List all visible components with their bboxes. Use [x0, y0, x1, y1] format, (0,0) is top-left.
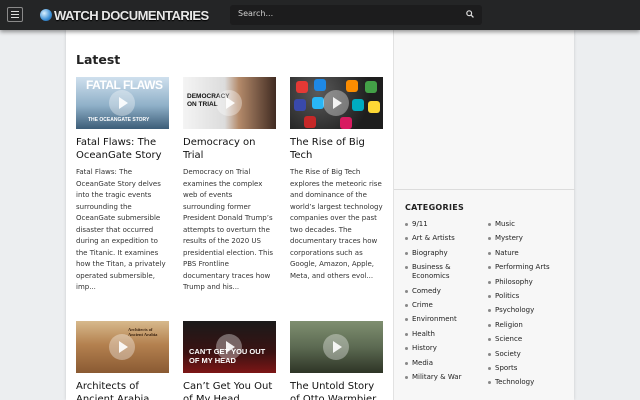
- play-icon[interactable]: [216, 90, 242, 116]
- logo-text: WATCH DOCUMENTARIES: [54, 7, 209, 23]
- search-bar[interactable]: Search...: [230, 5, 482, 25]
- top-bar: WATCH DOCUMENTARIES Search...: [0, 0, 640, 30]
- play-icon[interactable]: [323, 334, 349, 360]
- video-card[interactable]: CAN'T GET YOU OUT OF MY HEAD Can’t Get Y…: [183, 321, 276, 400]
- app-icon: [346, 80, 358, 92]
- sidebar: CATEGORIES 9/11 Art & Artists Biography …: [393, 30, 575, 400]
- category-link[interactable]: Environment: [405, 315, 485, 324]
- app-icon: [314, 79, 326, 91]
- thumbnail-title-text: Architects of Ancient Arabia: [128, 327, 158, 337]
- category-link[interactable]: Business & Economics: [405, 263, 465, 281]
- section-title: Latest: [76, 52, 121, 67]
- video-thumbnail[interactable]: CAN'T GET YOU OUT OF MY HEAD: [183, 321, 276, 373]
- video-thumbnail[interactable]: Architects of Ancient Arabia: [76, 321, 169, 373]
- category-link[interactable]: 9/11: [405, 220, 485, 229]
- card-description: The Rise of Big Tech explores the meteor…: [290, 168, 383, 280]
- app-icon: [294, 99, 306, 111]
- video-card[interactable]: Architects of Ancient Arabia Architects …: [76, 321, 169, 400]
- category-link[interactable]: Science: [488, 335, 572, 344]
- play-icon[interactable]: [109, 334, 135, 360]
- card-description: Fatal Flaws: The OceanGate Story delves …: [76, 168, 166, 291]
- app-icon: [365, 81, 377, 93]
- category-link[interactable]: Society: [488, 350, 572, 359]
- video-thumbnail[interactable]: [290, 321, 383, 373]
- category-link[interactable]: Crime: [405, 301, 485, 310]
- video-card[interactable]: FATAL FLAWS THE OCEANGATE STORY Fatal Fl…: [76, 77, 169, 294]
- categories-column-1: 9/11 Art & Artists Biography Business & …: [405, 220, 485, 387]
- category-link[interactable]: Health: [405, 330, 485, 339]
- card-description: Democracy on Trial examines the complex …: [183, 168, 273, 291]
- main-content: Latest FATAL FLAWS THE OCEANGATE STORY F…: [66, 30, 393, 400]
- video-thumbnail[interactable]: DEMOCRACY ON TRIAL: [183, 77, 276, 129]
- category-link[interactable]: Politics: [488, 292, 572, 301]
- category-link[interactable]: Psychology: [488, 306, 572, 315]
- category-link[interactable]: Religion: [488, 321, 572, 330]
- categories-heading: CATEGORIES: [405, 203, 465, 212]
- category-link[interactable]: Philosophy: [488, 278, 572, 287]
- categories-column-2: Music Mystery Nature Performing Arts Phi…: [488, 220, 572, 393]
- video-thumbnail[interactable]: FATAL FLAWS THE OCEANGATE STORY: [76, 77, 169, 129]
- video-card[interactable]: The Rise of Big Tech The Rise of Big Tec…: [290, 77, 383, 282]
- video-thumbnail[interactable]: [290, 77, 383, 129]
- card-title[interactable]: The Rise of Big Tech: [290, 136, 383, 162]
- play-icon[interactable]: [216, 334, 242, 360]
- category-link[interactable]: Media: [405, 359, 485, 368]
- category-link[interactable]: Biography: [405, 249, 485, 258]
- site-logo[interactable]: WATCH DOCUMENTARIES: [40, 6, 209, 24]
- card-title[interactable]: The Untold Story of Otto Warmbier: [290, 380, 383, 400]
- app-icon: [352, 99, 364, 111]
- app-icon: [304, 116, 316, 128]
- hamburger-menu-button[interactable]: [7, 7, 23, 22]
- category-link[interactable]: Music: [488, 220, 572, 229]
- category-link[interactable]: Military & War: [405, 373, 485, 382]
- video-card[interactable]: The Untold Story of Otto Warmbier: [290, 321, 383, 400]
- search-icon[interactable]: [466, 10, 474, 18]
- app-icon: [368, 101, 380, 113]
- category-link[interactable]: History: [405, 344, 485, 353]
- category-link[interactable]: Comedy: [405, 287, 485, 296]
- play-icon[interactable]: [109, 90, 135, 116]
- thumbnail-subtitle-text: THE OCEANGATE STORY: [88, 117, 150, 123]
- category-link[interactable]: Art & Artists: [405, 234, 485, 243]
- category-link[interactable]: Mystery: [488, 234, 572, 243]
- card-title[interactable]: Architects of Ancient Arabia: [76, 380, 169, 400]
- play-icon[interactable]: [323, 90, 349, 116]
- card-title[interactable]: Democracy on Trial: [183, 136, 276, 162]
- video-card[interactable]: DEMOCRACY ON TRIAL Democracy on Trial De…: [183, 77, 276, 294]
- globe-icon: [40, 9, 52, 21]
- app-icon: [340, 117, 352, 129]
- category-link[interactable]: Nature: [488, 249, 572, 258]
- category-link[interactable]: Technology: [488, 378, 572, 387]
- card-title[interactable]: Fatal Flaws: The OceanGate Story: [76, 136, 169, 162]
- sidebar-divider: [394, 189, 575, 190]
- category-link[interactable]: Performing Arts: [488, 263, 572, 272]
- card-title[interactable]: Can’t Get You Out of My Head: [183, 380, 276, 400]
- category-link[interactable]: Sports: [488, 364, 572, 373]
- search-input[interactable]: Search...: [238, 9, 273, 18]
- app-icon: [296, 81, 308, 93]
